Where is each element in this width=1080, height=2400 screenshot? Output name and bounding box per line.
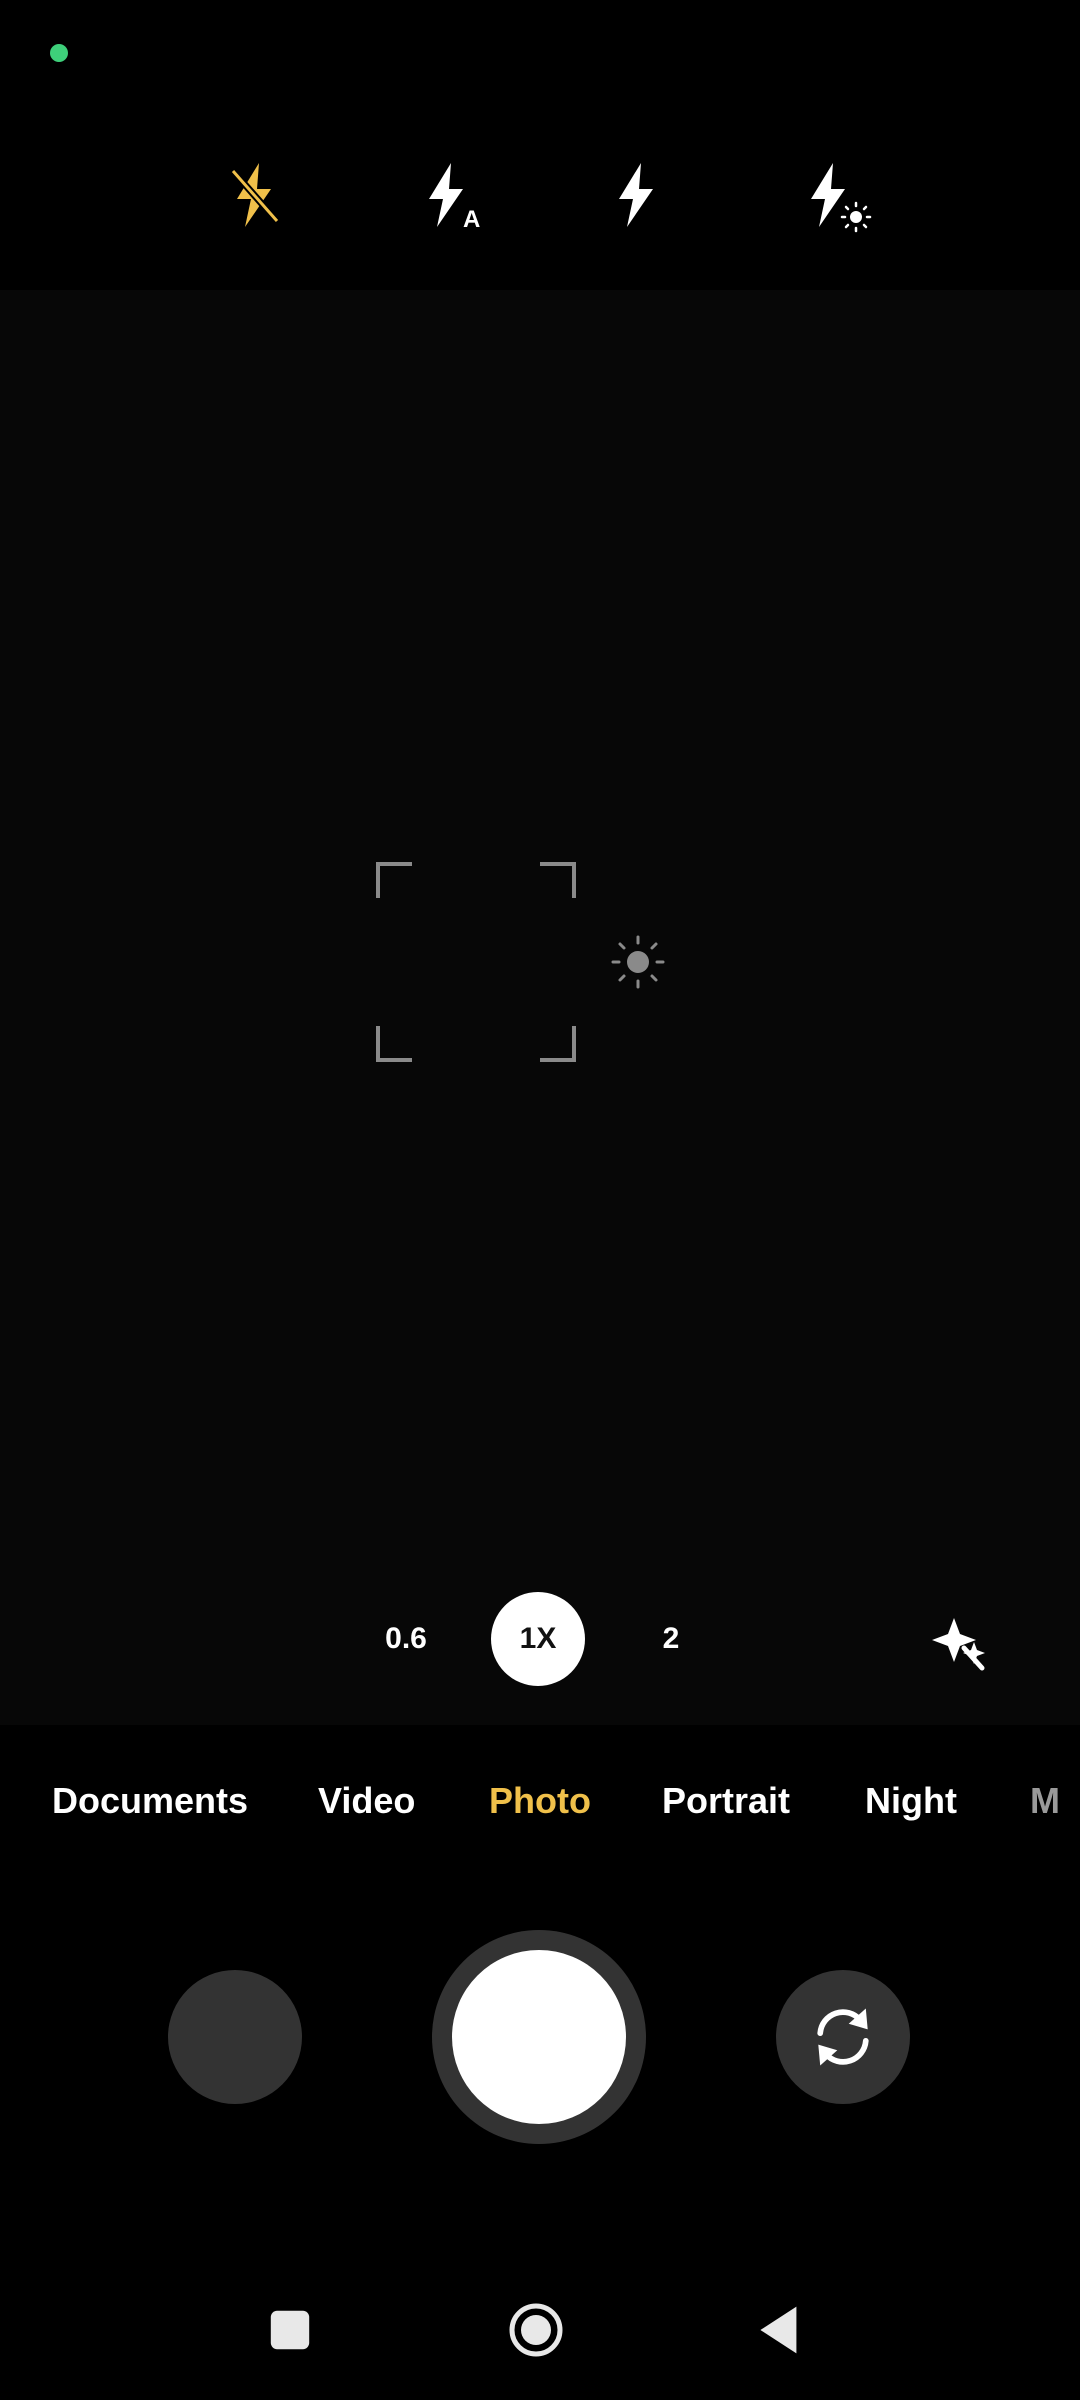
flash-off-icon — [230, 163, 280, 227]
flash-torch-button[interactable] — [780, 140, 890, 250]
home-circle-icon — [509, 2303, 563, 2357]
focus-frame-icon — [376, 862, 576, 1062]
zoom-option-1x[interactable]: 1X — [491, 1592, 585, 1686]
gallery-thumbnail[interactable] — [168, 1970, 302, 2104]
mode-video[interactable]: Video — [318, 1780, 415, 1822]
flash-off-button[interactable] — [200, 140, 310, 250]
system-navigation-bar — [0, 2270, 1080, 2390]
switch-camera-icon — [817, 2008, 869, 2066]
camera-mode-selector: Documents Video Photo Portrait Night M — [0, 1770, 1080, 1850]
svg-text:A: A — [463, 206, 480, 233]
flash-on-icon — [619, 163, 653, 227]
shutter-button[interactable] — [432, 1930, 646, 2144]
switch-camera-button[interactable] — [776, 1970, 910, 2104]
recents-button[interactable] — [250, 2290, 330, 2370]
flash-mode-bar: A — [0, 140, 1080, 250]
flash-on-button[interactable] — [580, 140, 690, 250]
zoom-option-0-6[interactable]: 0.6 — [359, 1592, 453, 1686]
flash-auto-button[interactable]: A — [396, 140, 506, 250]
flash-torch-icon — [811, 163, 872, 233]
mode-portrait[interactable]: Portrait — [662, 1780, 790, 1822]
camera-viewfinder[interactable] — [0, 290, 1080, 1725]
recents-square-icon — [270, 2310, 310, 2350]
camera-app: A 0.6 1X 2 Documents Video Photo Portrai… — [0, 0, 1080, 2400]
privacy-indicator-dot — [50, 44, 68, 62]
mode-photo[interactable]: Photo — [489, 1780, 591, 1822]
magic-sparkle-icon[interactable] — [930, 1612, 990, 1672]
mode-documents[interactable]: Documents — [52, 1780, 248, 1822]
back-button[interactable] — [742, 2290, 822, 2370]
home-button[interactable] — [496, 2290, 576, 2370]
mode-more[interactable]: M — [1030, 1780, 1060, 1822]
zoom-option-2[interactable]: 2 — [624, 1592, 718, 1686]
back-triangle-icon — [760, 2306, 797, 2354]
mode-night[interactable]: Night — [865, 1780, 957, 1822]
shutter-button-inner — [452, 1950, 626, 2124]
flash-auto-icon: A — [429, 163, 480, 233]
exposure-sun-icon[interactable] — [608, 932, 668, 992]
